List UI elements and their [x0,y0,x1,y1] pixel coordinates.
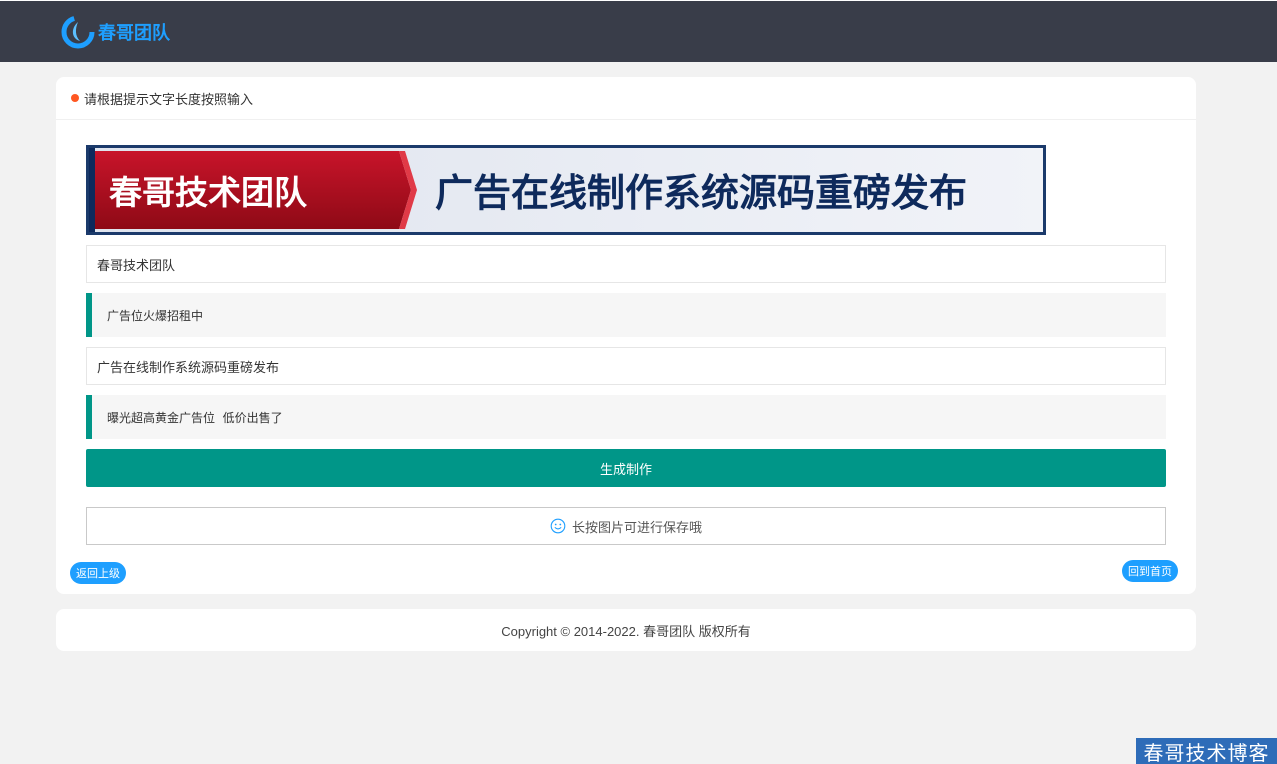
save-tip-text: 长按图片可进行保存哦 [571,520,702,536]
input-hint: 请根据提示文字长度按照输入 [84,92,254,108]
save-tip-box: 长按图片可进行保存哦 [86,507,1166,545]
card-header: 请根据提示文字长度按照输入 [56,77,1196,120]
swirl-logo-icon [61,15,95,49]
back-button[interactable]: 返回上级 [70,562,126,584]
banner-right-text: 广告在线制作系统源码重磅发布 [435,171,967,215]
ad-maker-card: 请根据提示文字长度按照输入 春哥技术团队 广告在线制作系统源码重磅发布 春哥技术… [56,77,1196,594]
copyright-text: Copyright © 2014-2022. 春哥团队 版权所有 [501,623,751,639]
logo[interactable]: 春哥团队 [61,15,170,49]
hint-quote-1-text: 广告位火爆招租中 [107,308,204,323]
bullet-dot-icon [71,94,79,102]
ad-banner-image[interactable]: 春哥技术团队 广告在线制作系统源码重磅发布 [86,145,1046,235]
hint-quote-2-text: 曝光超高黄金广告位 低价出售了 [107,410,283,425]
text-input-1[interactable] [86,245,1166,283]
logo-text: 春哥团队 [98,23,170,44]
top-bar: 春哥团队 [0,0,1277,62]
hint-quote-2: 曝光超高黄金广告位 低价出售了 [86,395,1166,439]
hint-quote-1: 广告位火爆招租中 [86,293,1166,337]
generate-button[interactable]: 生成制作 [86,449,1166,487]
smile-icon [550,518,566,534]
footer: Copyright © 2014-2022. 春哥团队 版权所有 [56,609,1196,651]
watermark: 春哥技术博客 [1136,738,1277,764]
text-input-2[interactable] [86,347,1166,385]
banner-left-text: 春哥技术团队 [109,173,308,212]
home-button[interactable]: 回到首页 [1122,560,1178,582]
